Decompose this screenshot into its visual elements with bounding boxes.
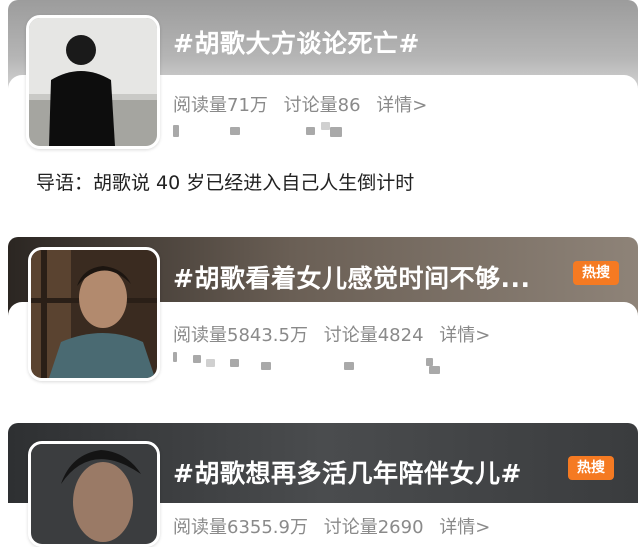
topic-title[interactable]: #胡歌看着女儿感觉时间不够... (173, 259, 530, 295)
discussion-count: 讨论量4824 (323, 325, 424, 346)
topic-thumbnail[interactable] (28, 441, 160, 547)
discussion-count: 讨论量2690 (323, 517, 424, 538)
detail-link[interactable]: 详情> (376, 95, 427, 116)
topic-thumbnail[interactable] (28, 247, 160, 381)
topic-card-1[interactable]: #胡歌大方谈论死亡# 阅读量71万 讨论量86 详情> 导语：胡歌说 40 岁已… (8, 0, 638, 205)
topic-card-2[interactable]: #胡歌看着女儿感觉时间不够... 热搜 阅读量5843.5万 讨论量4824 详… (8, 237, 638, 397)
topic-title[interactable]: #胡歌想再多活几年陪伴女儿# (173, 454, 522, 490)
topic-thumbnail[interactable] (26, 15, 160, 149)
detail-link[interactable]: 详情> (439, 517, 490, 538)
topic-card-3[interactable]: #胡歌想再多活几年陪伴女儿# 热搜 阅读量6355.9万 讨论量2690 详情> (8, 423, 638, 547)
read-count: 阅读量5843.5万 (173, 325, 308, 346)
read-count: 阅读量6355.9万 (173, 517, 308, 538)
read-count: 阅读量71万 (173, 95, 268, 116)
hot-search-badge: 热搜 (568, 456, 614, 480)
hot-search-badge: 热搜 (573, 261, 619, 285)
topic-stats: 阅读量5843.5万 讨论量4824 详情> (173, 321, 500, 347)
detail-link[interactable]: 详情> (439, 325, 490, 346)
topic-stats: 阅读量71万 讨论量86 详情> (173, 91, 437, 117)
discussion-count: 讨论量86 (283, 95, 361, 116)
topic-guide-text: 导语：胡歌说 40 岁已经进入自己人生倒计时 (36, 172, 415, 194)
topic-title[interactable]: #胡歌大方谈论死亡# (173, 24, 420, 60)
topic-stats: 阅读量6355.9万 讨论量2690 详情> (173, 513, 500, 539)
